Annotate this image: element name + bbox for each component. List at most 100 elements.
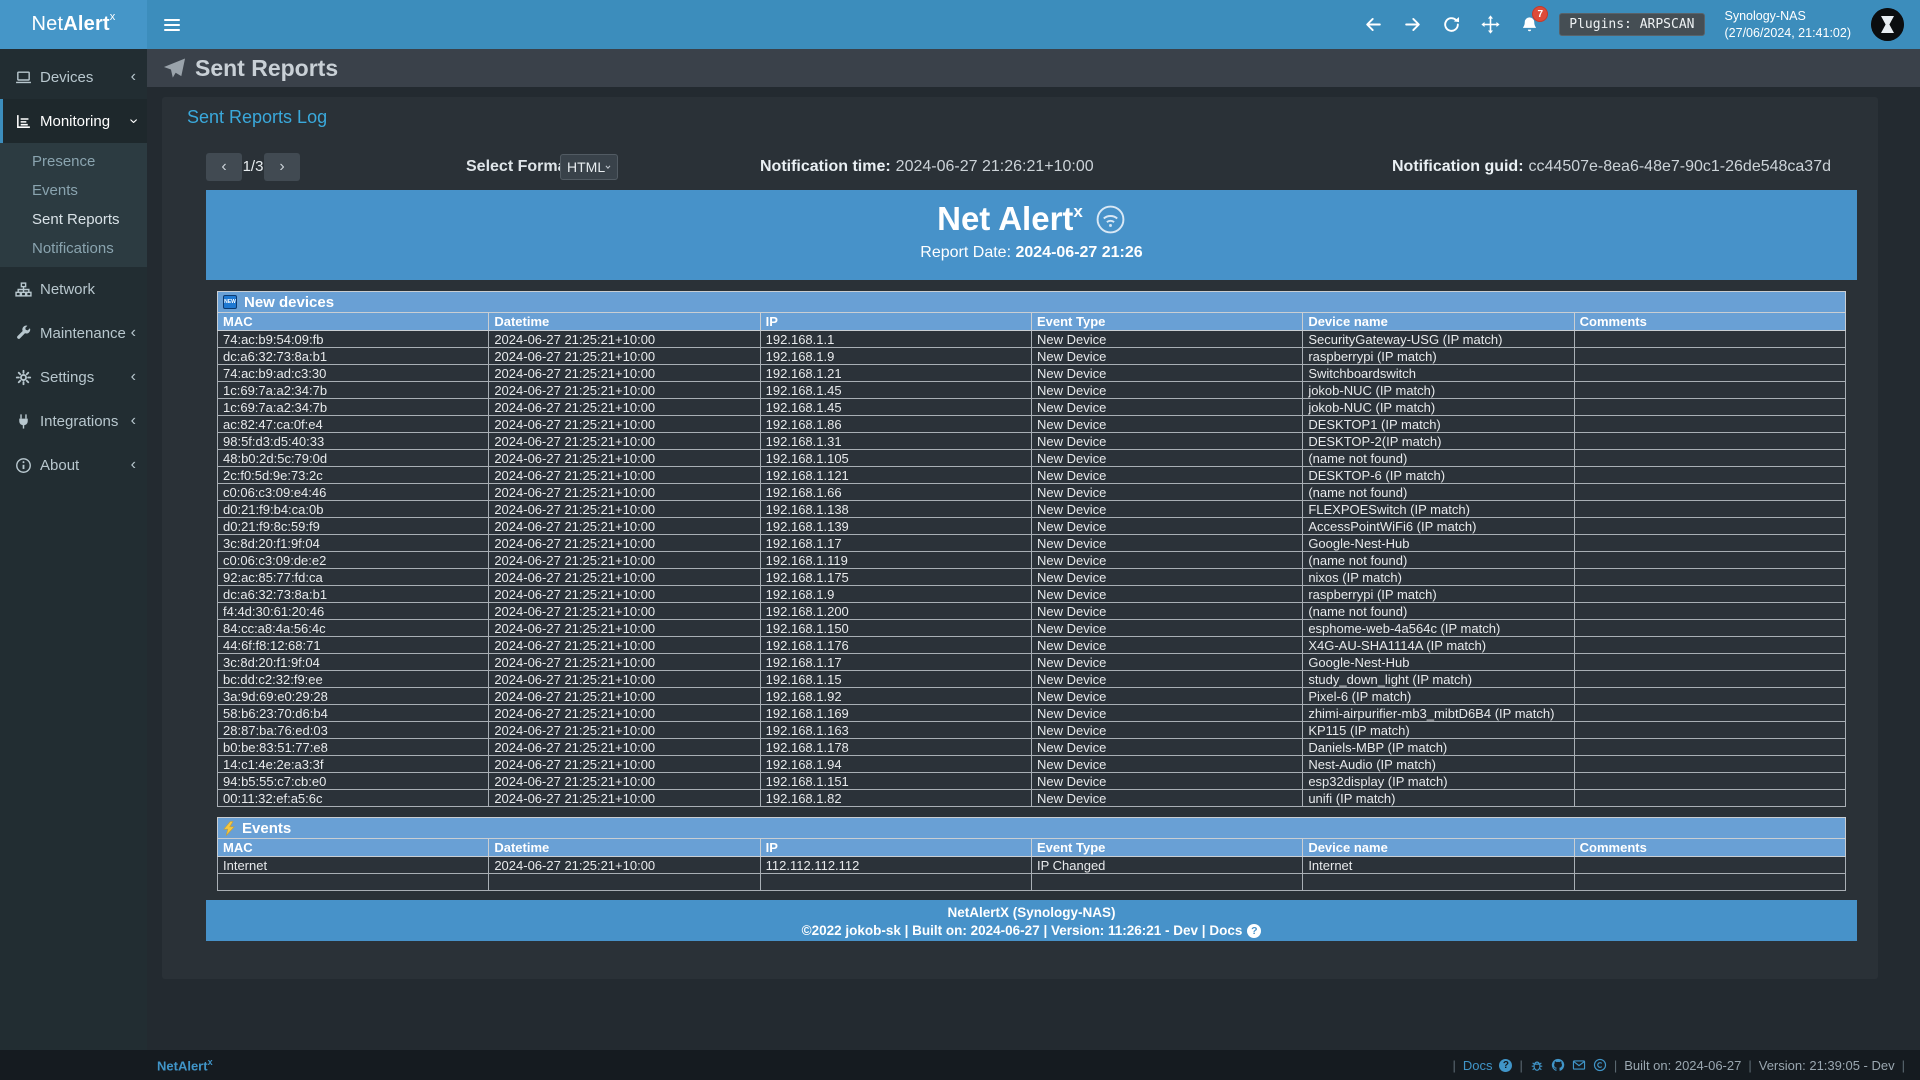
table-cell: Internet (1303, 857, 1574, 874)
submenu-label: Presence (32, 153, 95, 170)
table-row: 94:b5:55:c7:cb:e02024-06-27 21:25:21+10:… (218, 773, 1846, 790)
table-row: 48:b0:2d:5c:79:0d2024-06-27 21:25:21+10:… (218, 450, 1846, 467)
table-cell: 192.168.1.139 (760, 518, 1031, 535)
table-row: 84:cc:a8:4a:56:4c2024-06-27 21:25:21+10:… (218, 620, 1846, 637)
format-selected-value: HTML (567, 159, 605, 175)
sidebar-item-sent-reports[interactable]: Sent Reports (0, 205, 147, 234)
sidebar-item-about[interactable]: About ‹ (0, 443, 147, 487)
table-cell (1574, 688, 1845, 705)
sidebar-item-monitoring[interactable]: Monitoring › (0, 99, 147, 143)
mac-link[interactable]: 14:c1:4e:2e:a3:3f (218, 756, 489, 773)
sent-reports-log-link[interactable]: Sent Reports Log (187, 107, 327, 128)
status-bar-right: | Docs ? | | Built on: 2024-06-27 | Vers… (1452, 1058, 1905, 1073)
mac-link[interactable]: bc:dd:c2:32:f9:ee (218, 671, 489, 688)
mac-link[interactable]: 84:cc:a8:4a:56:4c (218, 620, 489, 637)
table-cell: New Device (1031, 773, 1302, 790)
mac-link[interactable]: d0:21:f9:b4:ca:0b (218, 501, 489, 518)
sidebar-item-integrations[interactable]: Integrations ‹ (0, 399, 147, 443)
mac-link[interactable]: ac:82:47:ca:0f:e4 (218, 416, 489, 433)
mac-link[interactable]: f4:4d:30:61:20:46 (218, 603, 489, 620)
separator: | (1452, 1058, 1455, 1073)
mac-link[interactable]: 98:5f:d3:d5:40:33 (218, 433, 489, 450)
sidebar-item-label: About (40, 457, 79, 474)
table-cell: 192.168.1.151 (760, 773, 1031, 790)
mac-link[interactable]: 28:87:ba:76:ed:03 (218, 722, 489, 739)
sidebar-item-settings[interactable]: Settings ‹ (0, 355, 147, 399)
table-cell: 2024-06-27 21:25:21+10:00 (489, 688, 760, 705)
table-cell: 2024-06-27 21:25:21+10:00 (489, 467, 760, 484)
sidebar-item-notifications[interactable]: Notifications (0, 234, 147, 263)
table-cell: 192.168.1.21 (760, 365, 1031, 382)
table-cell (1574, 671, 1845, 688)
host-info: Synology-NAS (27/06/2024, 21:41:02) (1725, 8, 1852, 41)
copyright-icon[interactable] (1593, 1058, 1607, 1072)
arrow-left-icon[interactable] (1364, 15, 1383, 34)
mac-link[interactable]: dc:a6:32:73:8a:b1 (218, 348, 489, 365)
mac-link[interactable]: 92:ac:85:77:fd:ca (218, 569, 489, 586)
mac-link[interactable]: 1c:69:7a:a2:34:7b (218, 382, 489, 399)
mac-link[interactable]: 3a:9d:69:e0:29:28 (218, 688, 489, 705)
mac-link[interactable]: 00:11:32:ef:a5:6c (218, 790, 489, 807)
table-cell (1574, 874, 1845, 891)
move-icon[interactable] (1481, 15, 1500, 34)
user-avatar[interactable] (1871, 8, 1904, 41)
column-header: Device name (1303, 313, 1574, 331)
table-cell: 192.168.1.119 (760, 552, 1031, 569)
mac-link[interactable]: c0:06:c3:09:de:e2 (218, 552, 489, 569)
table-cell: 2024-06-27 21:25:21+10:00 (489, 654, 760, 671)
mac-link[interactable]: 74:ac:b9:54:09:fb (218, 331, 489, 348)
mac-link[interactable]: 48:b0:2d:5c:79:0d (218, 450, 489, 467)
github-icon[interactable] (1551, 1058, 1565, 1072)
bug-icon[interactable] (1530, 1058, 1544, 1072)
mac-link[interactable]: 3c:8d:20:f1:9f:04 (218, 654, 489, 671)
plug-icon (15, 413, 32, 430)
sidebar-item-events[interactable]: Events (0, 176, 147, 205)
sidebar-item-devices[interactable]: Devices ‹ (0, 55, 147, 99)
docs-question-icon[interactable]: ? (1499, 1059, 1512, 1072)
column-header: IP (760, 313, 1031, 331)
prev-page-button[interactable]: ‹ (206, 153, 242, 181)
column-header: Event Type (1031, 839, 1302, 857)
column-header: Device name (1303, 839, 1574, 857)
mac-link[interactable]: 58:b6:23:70:d6:b4 (218, 705, 489, 722)
chevron-left-icon: ‹ (131, 325, 136, 341)
mac-link[interactable]: dc:a6:32:73:8a:b1 (218, 586, 489, 603)
table-cell: New Device (1031, 620, 1302, 637)
sidebar-toggle-button[interactable] (153, 0, 191, 49)
report-title-text: Net Alert (937, 200, 1073, 237)
mac-link[interactable]: 1c:69:7a:a2:34:7b (218, 399, 489, 416)
mac-link[interactable]: 2c:f0:5d:9e:73:2c (218, 467, 489, 484)
table-cell (1574, 467, 1845, 484)
arrow-right-icon[interactable] (1403, 15, 1422, 34)
table-cell: New Device (1031, 467, 1302, 484)
format-select[interactable]: HTML (560, 154, 618, 180)
mac-link[interactable]: 94:b5:55:c7:cb:e0 (218, 773, 489, 790)
mac-link[interactable]: d0:21:f9:8c:59:f9 (218, 518, 489, 535)
mac-link[interactable]: 3c:8d:20:f1:9f:04 (218, 535, 489, 552)
docs-link[interactable]: Docs (1463, 1058, 1493, 1073)
mac-link[interactable]: b0:be:83:51:77:e8 (218, 739, 489, 756)
table-cell: New Device (1031, 450, 1302, 467)
refresh-icon[interactable] (1442, 15, 1461, 34)
mail-icon[interactable] (1572, 1058, 1586, 1072)
app-logo[interactable]: NetAlertx (0, 0, 147, 49)
table-cell: 2024-06-27 21:25:21+10:00 (489, 739, 760, 756)
footer-brand-link[interactable]: NetAlertx (157, 1057, 213, 1073)
mac-link[interactable]: c0:06:c3:09:e4:46 (218, 484, 489, 501)
sidebar-item-label: Devices (40, 69, 93, 86)
next-page-button[interactable]: › (264, 153, 300, 181)
events-section-bar: Events (217, 817, 1846, 838)
notifications-bell[interactable]: 7 (1520, 15, 1539, 34)
notification-guid-label: Notification guid: (1392, 158, 1524, 175)
sidebar-item-presence[interactable]: Presence (0, 147, 147, 176)
brand-bold-text: Alert (63, 13, 110, 35)
table-row: 1c:69:7a:a2:34:7b2024-06-27 21:25:21+10:… (218, 382, 1846, 399)
mac-link[interactable]: 44:6f:f8:12:68:71 (218, 637, 489, 654)
sidebar-item-network[interactable]: Network (0, 267, 147, 311)
help-question-icon[interactable]: ? (1247, 924, 1261, 938)
sidebar-item-maintenance[interactable]: Maintenance ‹ (0, 311, 147, 355)
table-cell: 192.168.1.169 (760, 705, 1031, 722)
separator: | (1519, 1058, 1522, 1073)
radar-circle-icon (1095, 204, 1126, 235)
mac-link[interactable]: 74:ac:b9:ad:c3:30 (218, 365, 489, 382)
